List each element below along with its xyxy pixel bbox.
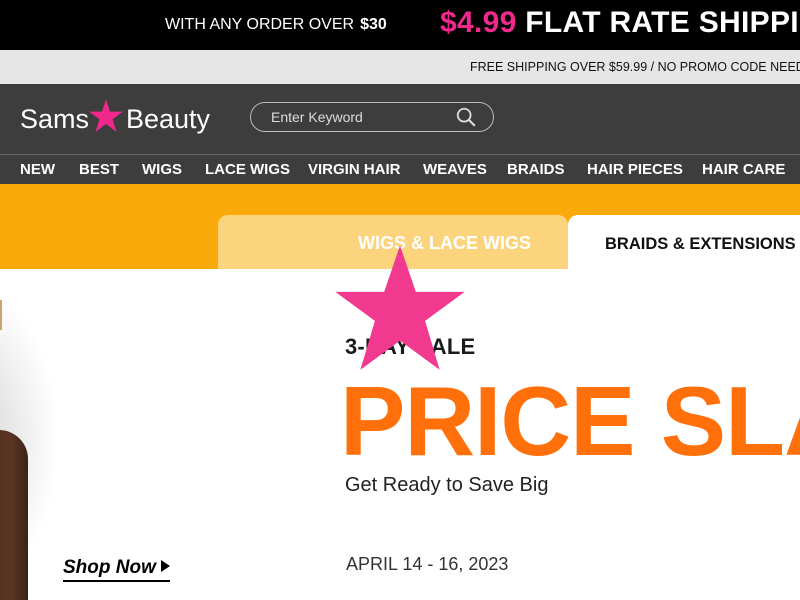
model-photo: [0, 430, 28, 600]
hero-headline: PRICE SLAM: [340, 366, 800, 476]
hero-tagline: Get Ready to Save Big: [345, 474, 549, 496]
main-nav: NEW BEST WIGS LACE WIGS VIRGIN HAIR WEAV…: [0, 154, 800, 184]
nav-item-best[interactable]: BEST: [79, 161, 119, 178]
tab-braids-extensions-label: BRAIDS & EXTENSIONS: [605, 235, 796, 253]
logo-word-beauty: Beauty: [126, 104, 211, 134]
arrow-right-icon: [160, 560, 170, 572]
nav-item-hair-pieces[interactable]: HAIR PIECES: [587, 161, 683, 178]
nav-item-virgin-hair[interactable]: VIRGIN HAIR: [308, 161, 401, 178]
promo-flat-label: FLAT RATE SHIPPING: [525, 6, 800, 39]
promo-bar[interactable]: WITH ANY ORDER OVER $30 $4.99 FLAT RATE S…: [0, 0, 800, 50]
nav-item-new[interactable]: NEW: [20, 161, 55, 178]
nav-item-weaves[interactable]: WEAVES: [423, 161, 487, 178]
shop-now-label: Shop Now: [63, 557, 156, 578]
page: WITH ANY ORDER OVER $30 $4.99 FLAT RATE S…: [0, 0, 800, 600]
tab-braids-extensions[interactable]: BRAIDS & EXTENSIONS: [568, 215, 800, 269]
hero-dates: APRIL 14 - 16, 2023: [346, 554, 509, 574]
promo-order-label: WITH ANY ORDER OVER: [165, 16, 355, 33]
promo-flat-price: $4.99: [440, 6, 517, 39]
nav-item-lace-wigs[interactable]: LACE WIGS: [205, 161, 290, 178]
search-box: [250, 102, 494, 132]
search-input[interactable]: [271, 108, 451, 126]
shipping-strip: FREE SHIPPING OVER $59.99 / NO PROMO COD…: [0, 50, 800, 84]
shipping-strip-text: FREE SHIPPING OVER $59.99 / NO PROMO COD…: [470, 60, 800, 74]
nav-item-wigs[interactable]: WIGS: [142, 161, 182, 178]
logo-word-sams: Sams: [20, 104, 90, 134]
promo-order-text: WITH ANY ORDER OVER $30: [165, 16, 387, 34]
site-header: Sams Beauty: [0, 84, 800, 154]
logo-star-icon: [89, 99, 123, 132]
nav-item-braids[interactable]: BRAIDS: [507, 161, 565, 178]
shop-now-link[interactable]: Shop Now: [63, 557, 170, 582]
promo-flat-rate: $4.99 FLAT RATE SHIPPING: [440, 6, 800, 40]
search-icon[interactable]: [455, 106, 477, 128]
promo-order-amount: $30: [360, 16, 387, 33]
model-photo-accent: [0, 300, 2, 330]
nav-item-hair-care[interactable]: HAIR CARE: [702, 161, 785, 178]
star-icon: [335, 245, 465, 370]
